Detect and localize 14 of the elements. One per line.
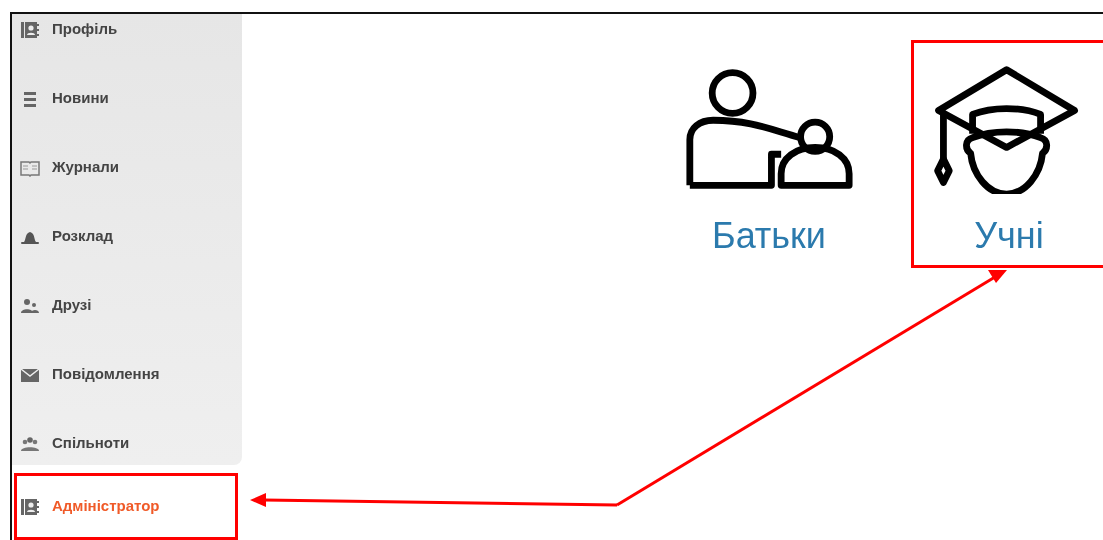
- people-icon: [20, 296, 40, 315]
- contact-book-icon: [20, 20, 40, 39]
- sidebar-item[interactable]: Журнали: [12, 133, 242, 202]
- open-book-icon: [20, 158, 40, 177]
- sidebar-item[interactable]: Новини: [12, 64, 242, 133]
- sidebar-item[interactable]: Профіль: [12, 14, 242, 64]
- group-icon: [20, 434, 40, 453]
- sidebar-item[interactable]: Розклад: [12, 202, 242, 271]
- role-tile[interactable]: Учні: [911, 40, 1103, 268]
- sidebar-item[interactable]: Повідомлення: [12, 340, 242, 409]
- sidebar-item[interactable]: Спільноти: [12, 409, 242, 465]
- role-tile[interactable]: Батьки: [673, 40, 865, 268]
- contact-book-icon: [20, 497, 40, 516]
- sidebar-item[interactable]: Друзі: [12, 271, 242, 340]
